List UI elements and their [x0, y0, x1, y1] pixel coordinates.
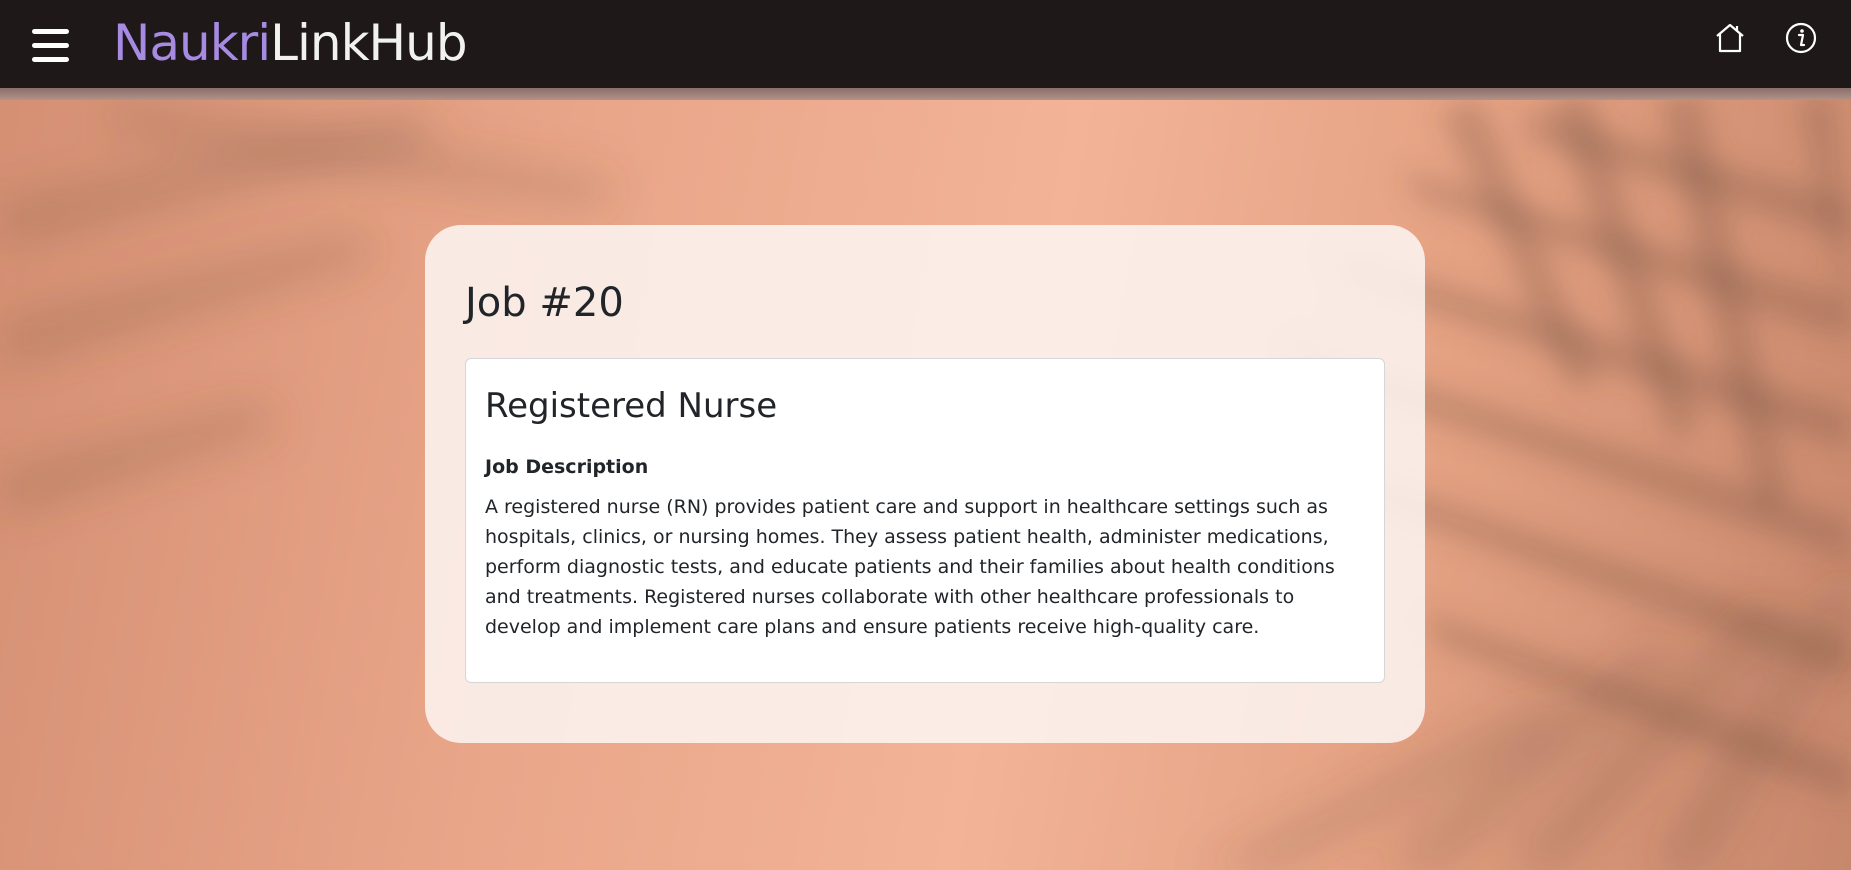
job-info-card: Registered Nurse Job Description A regis… [465, 358, 1385, 683]
brand-name-part1: Naukri [113, 14, 271, 72]
job-role-title: Registered Nurse [485, 386, 778, 426]
home-icon[interactable] [1713, 21, 1747, 55]
top-navbar: NaukriLinkHub [0, 0, 1851, 88]
info-icon[interactable] [1784, 21, 1818, 55]
hamburger-menu-icon[interactable] [32, 29, 69, 63]
job-detail-card: Job #20 Registered Nurse Job Description… [425, 225, 1425, 743]
job-description-text: A registered nurse (RN) provides patient… [485, 496, 1335, 639]
brand-logo-link[interactable]: NaukriLinkHub [113, 12, 468, 74]
navbar-bottom-strip [0, 88, 1851, 100]
job-number-heading: Job #20 [465, 280, 624, 326]
brand-name-part2: LinkHub [270, 14, 467, 72]
job-description-label: Job Description [485, 456, 649, 479]
